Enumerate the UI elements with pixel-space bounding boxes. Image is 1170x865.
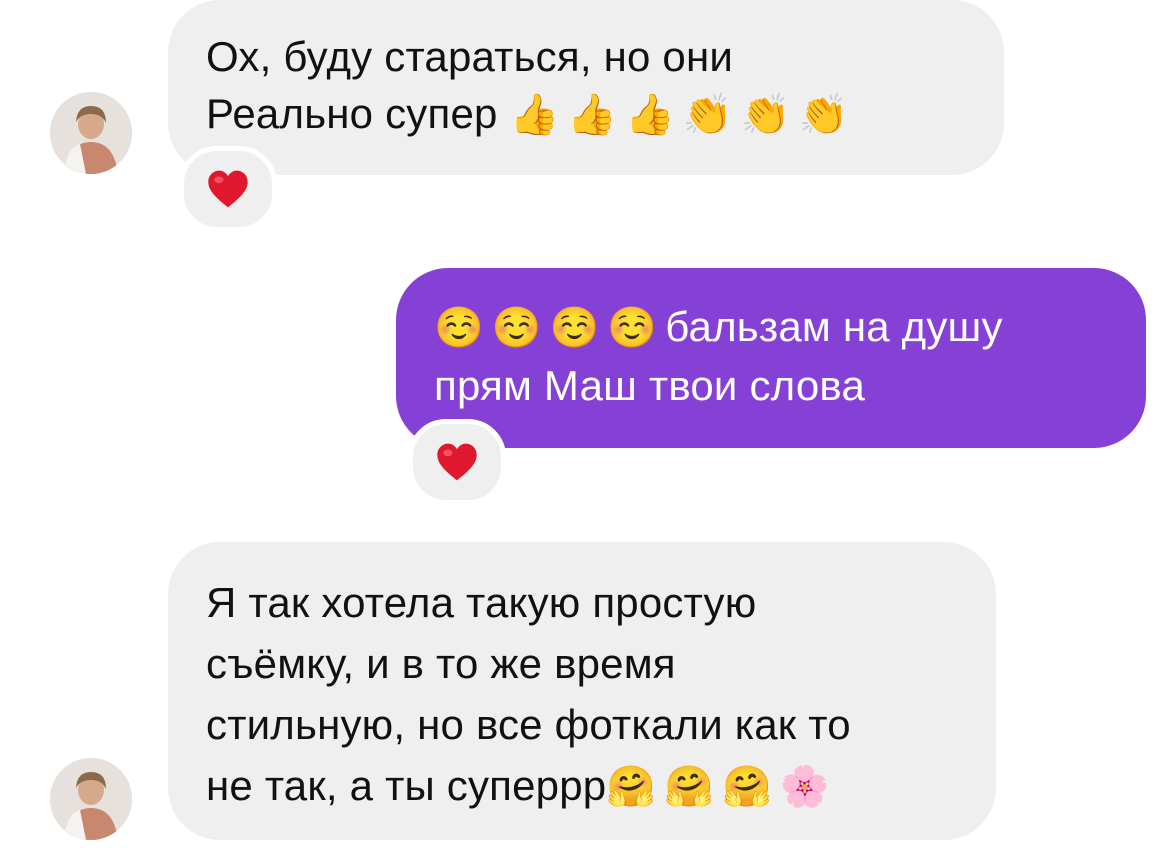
chat-thread: Ох, буду стараться, но они Реально супер… xyxy=(0,0,1170,865)
message-text-line: Я так хотела такую простую xyxy=(206,579,757,626)
emoji-group: 🤗🤗🤗🌸 xyxy=(606,764,838,810)
avatar-photo-icon xyxy=(50,92,132,174)
message-text: Реально супер xyxy=(206,90,498,137)
heart-icon xyxy=(437,443,477,481)
message-bubble-incoming[interactable]: Я так хотела такую простую съёмку, и в т… xyxy=(168,542,996,840)
emoji-group: ☺️☺️☺️☺️ xyxy=(434,305,666,351)
heart-icon xyxy=(208,170,248,208)
message-text-line: Ох, буду стараться, но они xyxy=(206,33,734,80)
message-text-line: Реально супер 👍👍👍👏👏👏 xyxy=(206,85,1004,144)
message-text-line: ☺️☺️☺️☺️бальзам на душу xyxy=(434,298,1146,357)
message-bubble-outgoing[interactable]: ☺️☺️☺️☺️бальзам на душу прям Маш твои сл… xyxy=(396,268,1146,448)
message-text-line: стильную, но все фоткали как то xyxy=(206,701,851,748)
sender-avatar[interactable] xyxy=(50,758,132,840)
message-text: бальзам на душу xyxy=(665,303,1003,350)
message-reaction[interactable] xyxy=(179,146,277,232)
message-text-line: не так, а ты суперрр🤗🤗🤗🌸 xyxy=(206,755,996,818)
avatar-photo-icon xyxy=(50,758,132,840)
message-text-line: съёмку, и в то же время xyxy=(206,640,676,687)
sender-avatar[interactable] xyxy=(50,92,132,174)
message-text-line: прям Маш твои слова xyxy=(434,362,865,409)
message-bubble-incoming[interactable]: Ох, буду стараться, но они Реально супер… xyxy=(168,0,1004,175)
emoji-group: 👍👍👍👏👏👏 xyxy=(509,92,857,138)
message-reaction[interactable] xyxy=(408,419,506,505)
message-text: не так, а ты суперрр xyxy=(206,762,607,809)
